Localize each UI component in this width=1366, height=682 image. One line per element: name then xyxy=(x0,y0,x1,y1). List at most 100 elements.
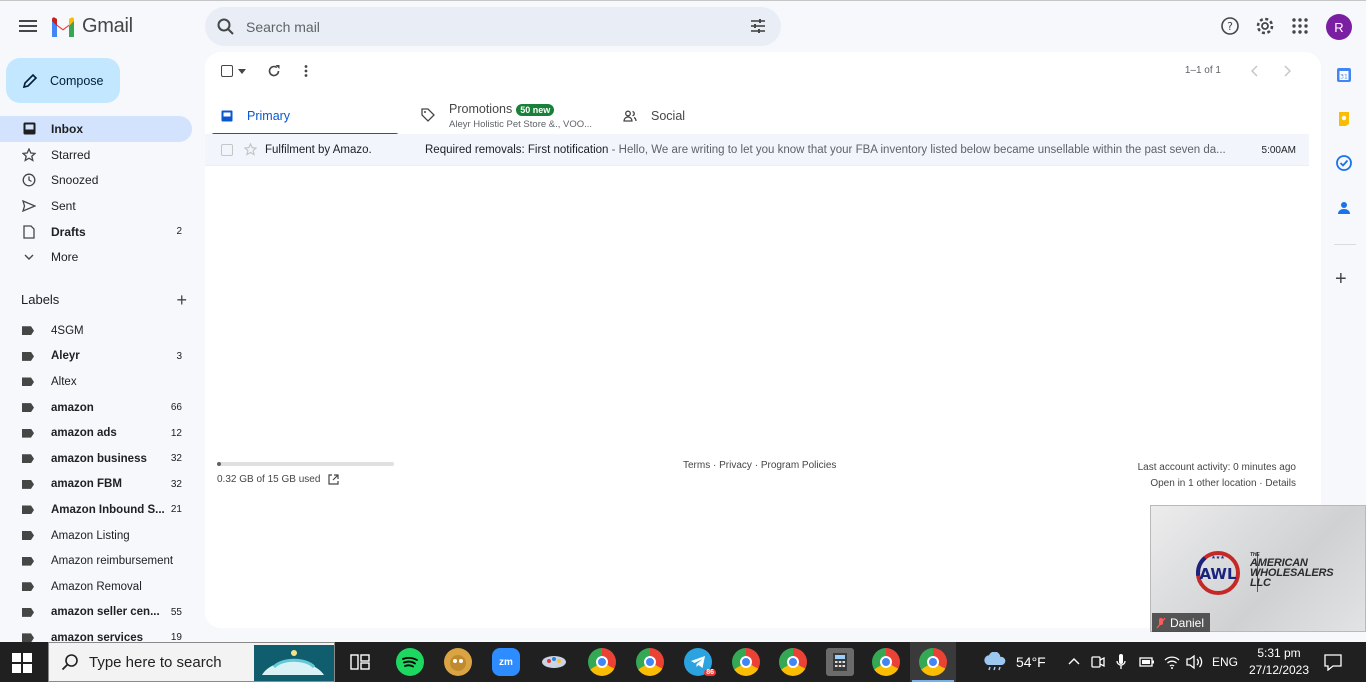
keep-icon[interactable] xyxy=(1336,111,1352,127)
label-item[interactable]: Amazon Removal xyxy=(0,574,200,600)
label-item[interactable]: Amazon reimbursement xyxy=(0,548,200,574)
storage-bar xyxy=(217,462,394,466)
battery-icon[interactable] xyxy=(1139,655,1155,669)
nav-item-more[interactable]: More xyxy=(0,244,192,270)
label-name: Aleyr xyxy=(51,350,80,363)
side-panel-divider xyxy=(1334,244,1356,245)
chrome-profile-1-icon[interactable] xyxy=(588,648,616,676)
privacy-link[interactable]: Privacy xyxy=(719,460,752,471)
chevron-up-icon[interactable] xyxy=(1068,657,1080,665)
label-item[interactable]: amazon seller cen... 55 xyxy=(0,600,200,626)
terms-link[interactable]: Terms xyxy=(683,460,710,471)
spotify-icon[interactable] xyxy=(396,648,424,676)
help-icon[interactable]: ? xyxy=(1220,16,1240,36)
account-avatar[interactable]: R xyxy=(1326,14,1352,40)
monkey-app-icon[interactable] xyxy=(444,648,472,676)
search-options-icon[interactable] xyxy=(749,17,767,35)
select-all-checkbox[interactable] xyxy=(221,65,233,77)
nav-item-starred[interactable]: Starred xyxy=(0,142,192,168)
details-link[interactable]: Details xyxy=(1265,478,1296,489)
search-icon[interactable] xyxy=(216,17,236,37)
paint-app-icon[interactable] xyxy=(540,648,568,676)
program-policies-link[interactable]: Program Policies xyxy=(761,460,837,471)
label-name: Amazon Removal xyxy=(51,580,142,593)
refresh-icon[interactable] xyxy=(267,64,281,78)
chrome-profile-2-icon[interactable] xyxy=(636,648,664,676)
task-view-icon[interactable] xyxy=(350,653,370,671)
nav-item-sent[interactable]: Sent xyxy=(0,193,192,219)
telegram-icon[interactable]: 86 xyxy=(684,648,716,676)
apps-grid-icon[interactable] xyxy=(1290,16,1310,36)
chrome-active-profile-icon[interactable] xyxy=(919,648,947,676)
meet-now-icon[interactable] xyxy=(1091,654,1105,670)
chevron-left-icon[interactable] xyxy=(1251,65,1259,77)
label-name: Altex xyxy=(51,375,77,388)
windows-start-icon[interactable] xyxy=(12,653,32,673)
label-count: 12 xyxy=(170,427,182,439)
row-checkbox[interactable] xyxy=(221,144,233,156)
star-icon[interactable] xyxy=(244,143,257,156)
send-icon xyxy=(22,199,36,213)
unread-badge: 86 xyxy=(704,669,716,676)
tasks-icon[interactable] xyxy=(1336,155,1352,171)
label-item[interactable]: Amazon Listing xyxy=(0,523,200,549)
email-row[interactable]: Fulfilment by Amazo. Required removals: … xyxy=(205,134,1309,166)
taskbar-search-box[interactable]: Type here to search xyxy=(48,642,335,682)
more-vert-icon[interactable] xyxy=(303,64,309,78)
label-count: 55 xyxy=(170,606,182,618)
notifications-icon[interactable] xyxy=(1324,653,1342,671)
label-item[interactable]: Altex xyxy=(0,369,200,395)
calculator-icon[interactable] xyxy=(826,648,854,676)
microphone-icon[interactable] xyxy=(1116,653,1126,671)
chrome-profile-3-icon[interactable] xyxy=(732,648,760,676)
label-item[interactable]: 4SGM xyxy=(0,318,200,344)
label-icon xyxy=(22,582,34,592)
label-icon xyxy=(22,505,34,515)
tab-promotions[interactable]: Promotions 50 new Aleyr Holistic Pet Stor… xyxy=(421,96,611,135)
settings-gear-icon[interactable] xyxy=(1255,16,1275,36)
inbox-icon xyxy=(221,110,233,121)
label-item[interactable]: amazon FBM 32 xyxy=(0,472,200,498)
header: Gmail ? R xyxy=(0,1,1366,51)
zoom-icon[interactable]: zm xyxy=(492,648,520,676)
chrome-profile-4-icon[interactable] xyxy=(779,648,807,676)
add-label-icon[interactable]: + xyxy=(176,290,187,311)
nav-label: More xyxy=(51,250,79,265)
select-dropdown-icon[interactable] xyxy=(238,69,246,74)
open-external-icon[interactable] xyxy=(328,474,340,485)
compose-button[interactable]: Compose xyxy=(6,58,120,103)
calendar-icon[interactable]: 31 xyxy=(1336,67,1352,83)
chevron-right-icon[interactable] xyxy=(1283,65,1291,77)
label-item[interactable]: amazon services 19 xyxy=(0,625,200,642)
footer-links: Terms · Privacy · Program Policies xyxy=(683,460,836,471)
label-icon xyxy=(22,556,34,566)
label-item[interactable]: amazon 66 xyxy=(0,395,200,421)
logo-lettering: AWL xyxy=(1199,565,1236,583)
tab-primary[interactable]: Primary xyxy=(211,96,399,136)
language-indicator[interactable]: ENG xyxy=(1212,642,1238,682)
label-item[interactable]: amazon ads 12 xyxy=(0,420,200,446)
video-call-tile[interactable]: AWL ★★★ THE AMERICAN WHOLESALERS LLC Dan… xyxy=(1150,505,1366,632)
add-addon-icon[interactable]: + xyxy=(1335,268,1347,291)
contacts-icon[interactable] xyxy=(1336,200,1352,216)
label-item[interactable]: Amazon Inbound S... 21 xyxy=(0,497,200,523)
weather-widget[interactable]: 54°F xyxy=(982,642,1046,682)
chrome-profile-5-icon[interactable] xyxy=(872,648,900,676)
nav-item-drafts[interactable]: Drafts 2 xyxy=(0,219,192,245)
tab-label: Promotions xyxy=(449,101,513,116)
label-icon xyxy=(22,326,34,336)
volume-icon[interactable] xyxy=(1186,654,1204,670)
taskbar-search-placeholder: Type here to search xyxy=(89,653,222,671)
gmail-logo[interactable]: Gmail xyxy=(50,15,133,38)
label-item[interactable]: amazon business 32 xyxy=(0,446,200,472)
tab-social[interactable]: Social xyxy=(623,96,813,135)
nav-item-snoozed[interactable]: Snoozed xyxy=(0,167,192,193)
wifi-icon[interactable] xyxy=(1164,654,1180,670)
main-menu-icon[interactable] xyxy=(16,14,40,38)
search-bar[interactable] xyxy=(205,7,781,46)
label-item[interactable]: Aleyr 3 xyxy=(0,344,200,370)
category-tabs: Primary Promotions 50 new Aleyr Holistic … xyxy=(211,96,1309,136)
nav-item-inbox[interactable]: Inbox xyxy=(0,116,192,142)
taskbar-clock[interactable]: 5:31 pm 27/12/2023 xyxy=(1245,645,1313,679)
search-input[interactable] xyxy=(246,18,726,35)
